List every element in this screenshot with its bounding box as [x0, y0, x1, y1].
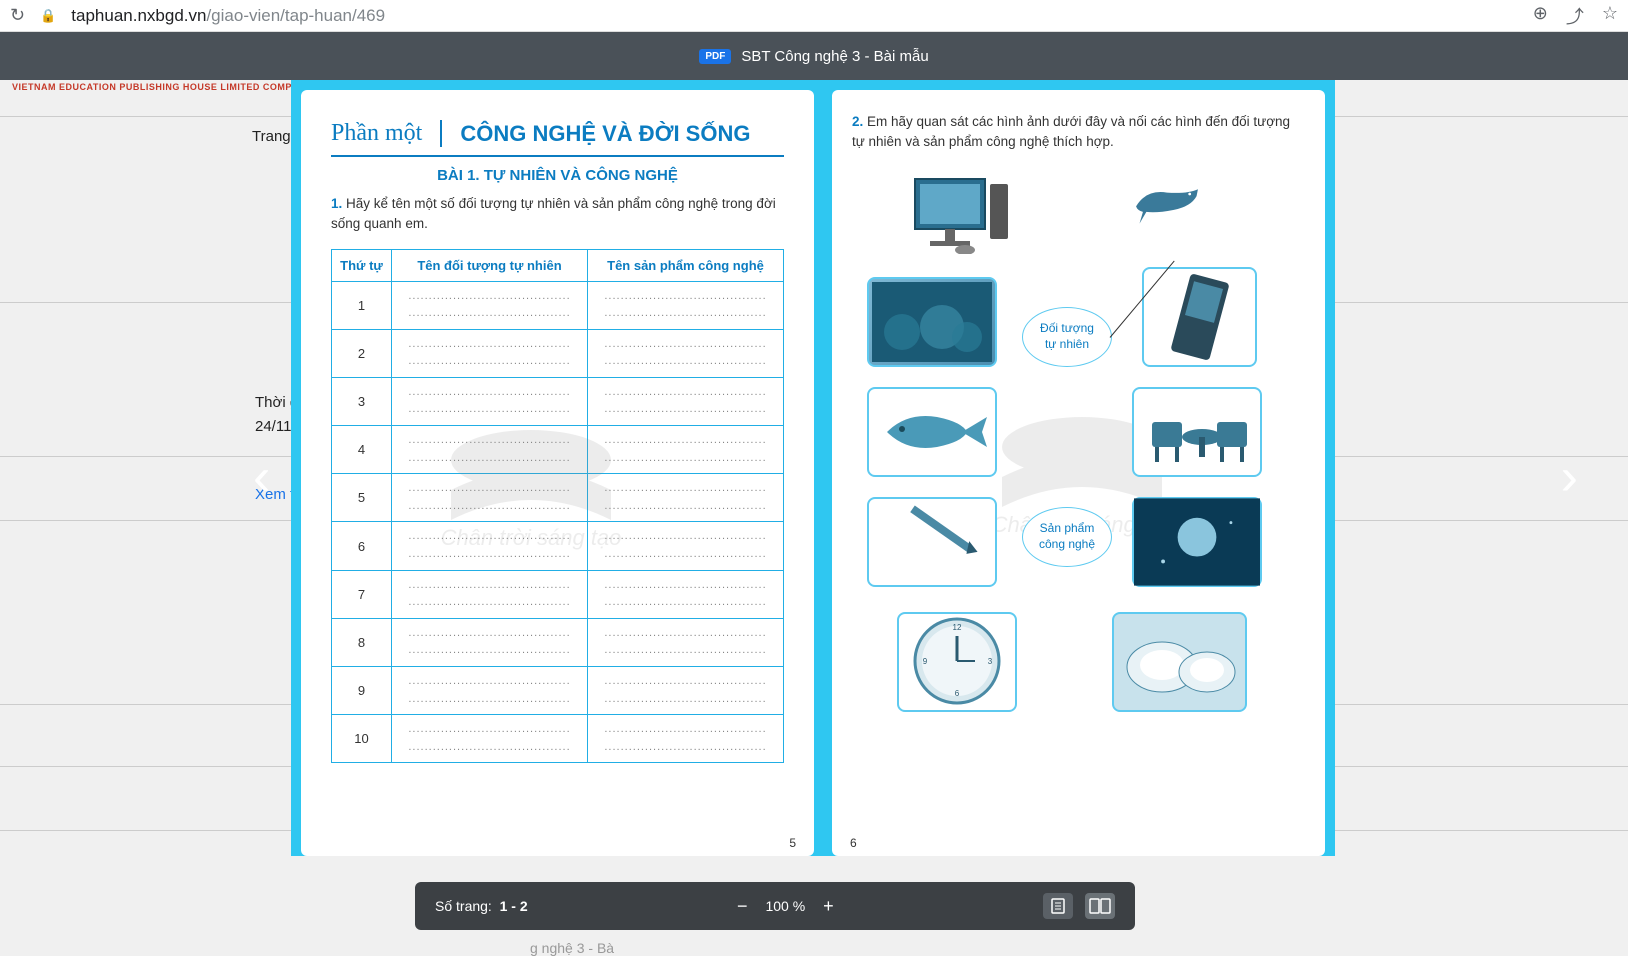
- url-path: /giao-vien/tap-huan/469: [206, 6, 385, 25]
- star-icon[interactable]: ☆: [1602, 3, 1618, 29]
- zoom-out-button[interactable]: −: [737, 896, 748, 917]
- zoom-in-button[interactable]: +: [823, 896, 834, 917]
- page-indicator[interactable]: Số trang: 1 - 2: [435, 898, 528, 914]
- prev-page-button[interactable]: ‹: [253, 447, 270, 507]
- two-page-button[interactable]: [1085, 893, 1115, 919]
- lock-icon: 🔒: [40, 8, 56, 24]
- bg-trang: Trang: [252, 128, 291, 145]
- browser-toolbar: ↻ 🔒 taphuan.nxbgd.vn/giao-vien/tap-huan/…: [0, 0, 1628, 32]
- bg-date: 24/11: [255, 418, 291, 435]
- pdf-title: SBT Công nghệ 3 - Bài mẫu: [741, 48, 928, 65]
- next-page-button[interactable]: ›: [1561, 447, 1578, 507]
- share-icon[interactable]: ⤴: [1566, 3, 1584, 29]
- browser-right-icons: ⊕ ⤴ ☆: [1533, 3, 1618, 29]
- url-text[interactable]: taphuan.nxbgd.vn/giao-vien/tap-huan/469: [71, 6, 385, 26]
- reload-icon[interactable]: ↻: [10, 5, 25, 26]
- zoom-icon[interactable]: ⊕: [1533, 3, 1548, 29]
- pdf-header: PDF SBT Công nghệ 3 - Bài mẫu: [0, 32, 1628, 80]
- pdf-toolbar: Số trang: 1 - 2 − 100 % +: [415, 882, 1135, 930]
- url-host: taphuan.nxbgd.vn: [71, 6, 206, 25]
- pdf-badge: PDF: [699, 49, 731, 64]
- zoom-level: 100 %: [765, 898, 805, 914]
- page-number-left: 5: [789, 836, 796, 850]
- single-page-button[interactable]: [1043, 893, 1073, 919]
- viewer-click-area[interactable]: [291, 80, 1335, 800]
- page-number-right: 6: [850, 836, 857, 850]
